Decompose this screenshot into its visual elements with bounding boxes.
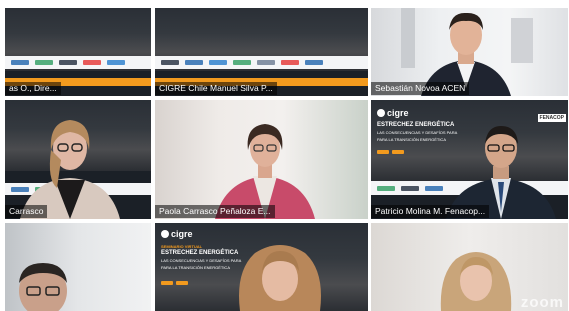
participant-tile[interactable]: Carrasco (5, 100, 151, 219)
participant-name: Patricio Molina M. Fenacop... (371, 205, 490, 218)
video-grid: as O., Dire... CIGRE Chile Manuel Silva … (5, 8, 568, 311)
zoom-watermark: zoom (520, 294, 564, 311)
participant-tile[interactable]: zoom (371, 223, 568, 311)
participant-name: as O., Dire... (5, 82, 61, 95)
participant-video (215, 124, 315, 219)
participant-video (20, 120, 120, 219)
participant-video (19, 263, 67, 311)
tag-pill (161, 281, 173, 285)
sponsor-logos-band (5, 56, 151, 69)
participant-name: CIGRE Chile Manuel Silva P... (155, 82, 277, 95)
participant-tile-active-speaker[interactable]: Sebastián Novoa ACEN (371, 8, 568, 96)
sponsor-logos-band (155, 56, 368, 69)
brand-label: cigre (171, 229, 193, 239)
participant-video (440, 252, 512, 311)
participant-tile[interactable]: cigre SEMINARIO VIRTUAL ESTRECHEZ ENERGÉ… (155, 223, 368, 311)
participant-tile[interactable] (5, 223, 151, 311)
participant-video (239, 245, 321, 311)
participant-tile[interactable]: Paola Carrasco Peñaloza E... (155, 100, 368, 219)
cigre-logo: cigre (161, 229, 193, 239)
participant-tile[interactable]: cigre ESTRECHEZ ENERGÉTICA LAS CONSECUEN… (371, 100, 568, 219)
participant-name: Sebastián Novoa ACEN (371, 82, 470, 95)
tag-pill (377, 150, 389, 154)
tag-pill (392, 150, 404, 154)
brand-label: cigre (387, 108, 409, 118)
participant-tile[interactable]: CIGRE Chile Manuel Silva P... (155, 8, 368, 96)
tag-pill (176, 281, 188, 285)
participant-name: Paola Carrasco Peñaloza E... (155, 205, 275, 218)
participant-name: Carrasco (5, 205, 48, 218)
participant-tile[interactable]: as O., Dire... (5, 8, 151, 96)
cigre-logo: cigre (377, 108, 409, 118)
